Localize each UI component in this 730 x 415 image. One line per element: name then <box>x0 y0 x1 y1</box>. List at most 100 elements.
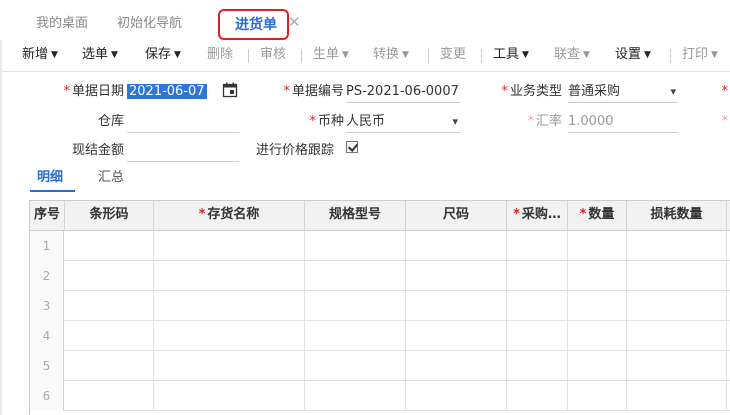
col-header-loss-qty[interactable]: 损耗数量 <box>627 201 727 231</box>
generate-button[interactable]: 生单 ▼ <box>313 40 349 72</box>
cell-barcode[interactable] <box>65 231 154 261</box>
cell-purchase[interactable] <box>507 261 568 291</box>
tab-bar-top-strip <box>0 0 730 6</box>
table-row[interactable]: 2 <box>30 261 730 291</box>
cell-purchase[interactable] <box>507 321 568 351</box>
cell-quantity[interactable] <box>568 321 627 351</box>
linked-query-button[interactable]: 联查 ▼ <box>554 40 590 72</box>
calendar-icon[interactable] <box>222 82 238 98</box>
cell-quantity[interactable] <box>568 351 627 381</box>
cell-loss-qty[interactable] <box>627 381 727 411</box>
cell-barcode[interactable] <box>65 291 154 321</box>
cell-size[interactable] <box>406 261 507 291</box>
tab-my-desktop[interactable]: 我的桌面 <box>36 11 88 37</box>
cell-purchase[interactable] <box>507 381 568 411</box>
cell-loss-qty[interactable] <box>627 321 727 351</box>
doc-no-input[interactable]: PS-2021-06-0007 <box>346 81 460 103</box>
cell-size[interactable] <box>406 321 507 351</box>
extra-field-required-mark: * <box>721 114 729 129</box>
extra-field-required-mark: * <box>721 84 729 99</box>
cell-spec[interactable] <box>305 351 406 381</box>
cell-spec[interactable] <box>305 231 406 261</box>
col-header-purchase[interactable]: * 采购… <box>507 201 568 231</box>
col-header-quantity[interactable]: * 数量 <box>568 201 627 231</box>
rate-input[interactable]: 1.0000 <box>568 111 678 133</box>
cell-size[interactable] <box>406 381 507 411</box>
cash-amount-input[interactable] <box>127 140 239 162</box>
price-track-checkbox[interactable] <box>346 141 358 153</box>
audit-button[interactable]: 审核 <box>260 40 286 72</box>
row-number: 6 <box>30 381 64 411</box>
doc-no-label-text: 单据编号 <box>291 84 344 99</box>
subtab-summary[interactable]: 汇总 <box>98 168 124 190</box>
warehouse-input[interactable] <box>127 111 239 133</box>
cash-amount-label: 现结金额 <box>71 143 124 158</box>
table-row[interactable]: 3 <box>30 291 730 321</box>
close-icon[interactable]: ✕ <box>288 12 301 32</box>
print-label: 打印 <box>682 47 709 62</box>
cell-item-name[interactable] <box>154 381 305 411</box>
biz-type-select[interactable]: 普通采购 ▾ <box>568 81 678 103</box>
cell-spec[interactable] <box>305 291 406 321</box>
chevron-down-icon: ▼ <box>402 50 409 60</box>
settings-button[interactable]: 设置 ▼ <box>615 40 651 72</box>
cell-item-name[interactable] <box>154 291 305 321</box>
cell-purchase[interactable] <box>507 231 568 261</box>
toolbar-divider <box>301 49 302 63</box>
cell-spec[interactable] <box>305 381 406 411</box>
cell-quantity[interactable] <box>568 381 627 411</box>
cell-spec[interactable] <box>305 321 406 351</box>
chevron-down-icon: ▾ <box>670 85 676 98</box>
col-header-quantity-text: 数量 <box>588 207 615 222</box>
doc-date-input[interactable]: 2021-06-07 <box>127 81 219 103</box>
cell-item-name[interactable] <box>154 261 305 291</box>
currency-label: * 币种 <box>262 111 344 133</box>
col-header-size[interactable]: 尺码 <box>406 201 507 231</box>
col-header-spec[interactable]: 规格型号 <box>305 201 406 231</box>
table-row[interactable]: 1 <box>30 231 730 261</box>
col-header-barcode[interactable]: 条形码 <box>65 201 154 231</box>
table-row[interactable]: 4 <box>30 321 730 351</box>
cell-quantity[interactable] <box>568 261 627 291</box>
cell-spec[interactable] <box>305 261 406 291</box>
cell-barcode[interactable] <box>65 261 154 291</box>
convert-button[interactable]: 转换 ▼ <box>373 40 409 72</box>
cell-loss-qty[interactable] <box>627 351 727 381</box>
delete-button[interactable]: 删除 <box>207 40 233 72</box>
cell-barcode[interactable] <box>65 321 154 351</box>
cell-barcode[interactable] <box>65 381 154 411</box>
tools-label: 工具 <box>493 47 520 62</box>
col-header-seq[interactable]: 序号 <box>30 201 65 231</box>
cell-quantity[interactable] <box>568 291 627 321</box>
cell-barcode[interactable] <box>65 351 154 381</box>
cell-purchase[interactable] <box>507 291 568 321</box>
subtab-detail[interactable]: 明细 <box>37 168 63 190</box>
grid-header: 序号 条形码 * 存货名称 规格型号 尺码 * 采购… * 数量 损耗数量 <box>30 201 730 231</box>
new-button[interactable]: 新增 ▼ <box>22 40 58 72</box>
cell-loss-qty[interactable] <box>627 291 727 321</box>
cell-item-name[interactable] <box>154 231 305 261</box>
cell-quantity[interactable] <box>568 231 627 261</box>
cell-item-name[interactable] <box>154 321 305 351</box>
table-row[interactable]: 6 <box>30 381 730 411</box>
cell-size[interactable] <box>406 291 507 321</box>
tools-button[interactable]: 工具 ▼ <box>493 40 529 72</box>
col-header-item-name[interactable]: * 存货名称 <box>154 201 305 231</box>
table-row[interactable]: 5 <box>30 351 730 381</box>
required-mark: * <box>283 84 290 99</box>
tab-purchase-receipt[interactable]: 进货单 <box>218 9 289 40</box>
tab-init-navigation[interactable]: 初始化导航 <box>117 11 182 37</box>
change-button[interactable]: 变更 <box>440 40 466 72</box>
biz-type-value: 普通采购 <box>568 84 621 99</box>
cell-loss-qty[interactable] <box>627 261 727 291</box>
cell-size[interactable] <box>406 231 507 261</box>
cell-size[interactable] <box>406 351 507 381</box>
currency-select[interactable]: 人民币 ▾ <box>346 111 460 133</box>
doc-date-label-text: 单据日期 <box>71 84 124 99</box>
cell-loss-qty[interactable] <box>627 231 727 261</box>
cell-purchase[interactable] <box>507 351 568 381</box>
cell-item-name[interactable] <box>154 351 305 381</box>
print-button[interactable]: 打印 ▼ <box>682 40 718 72</box>
save-button[interactable]: 保存 ▼ <box>145 40 181 72</box>
select-doc-button[interactable]: 选单 ▼ <box>82 40 118 72</box>
